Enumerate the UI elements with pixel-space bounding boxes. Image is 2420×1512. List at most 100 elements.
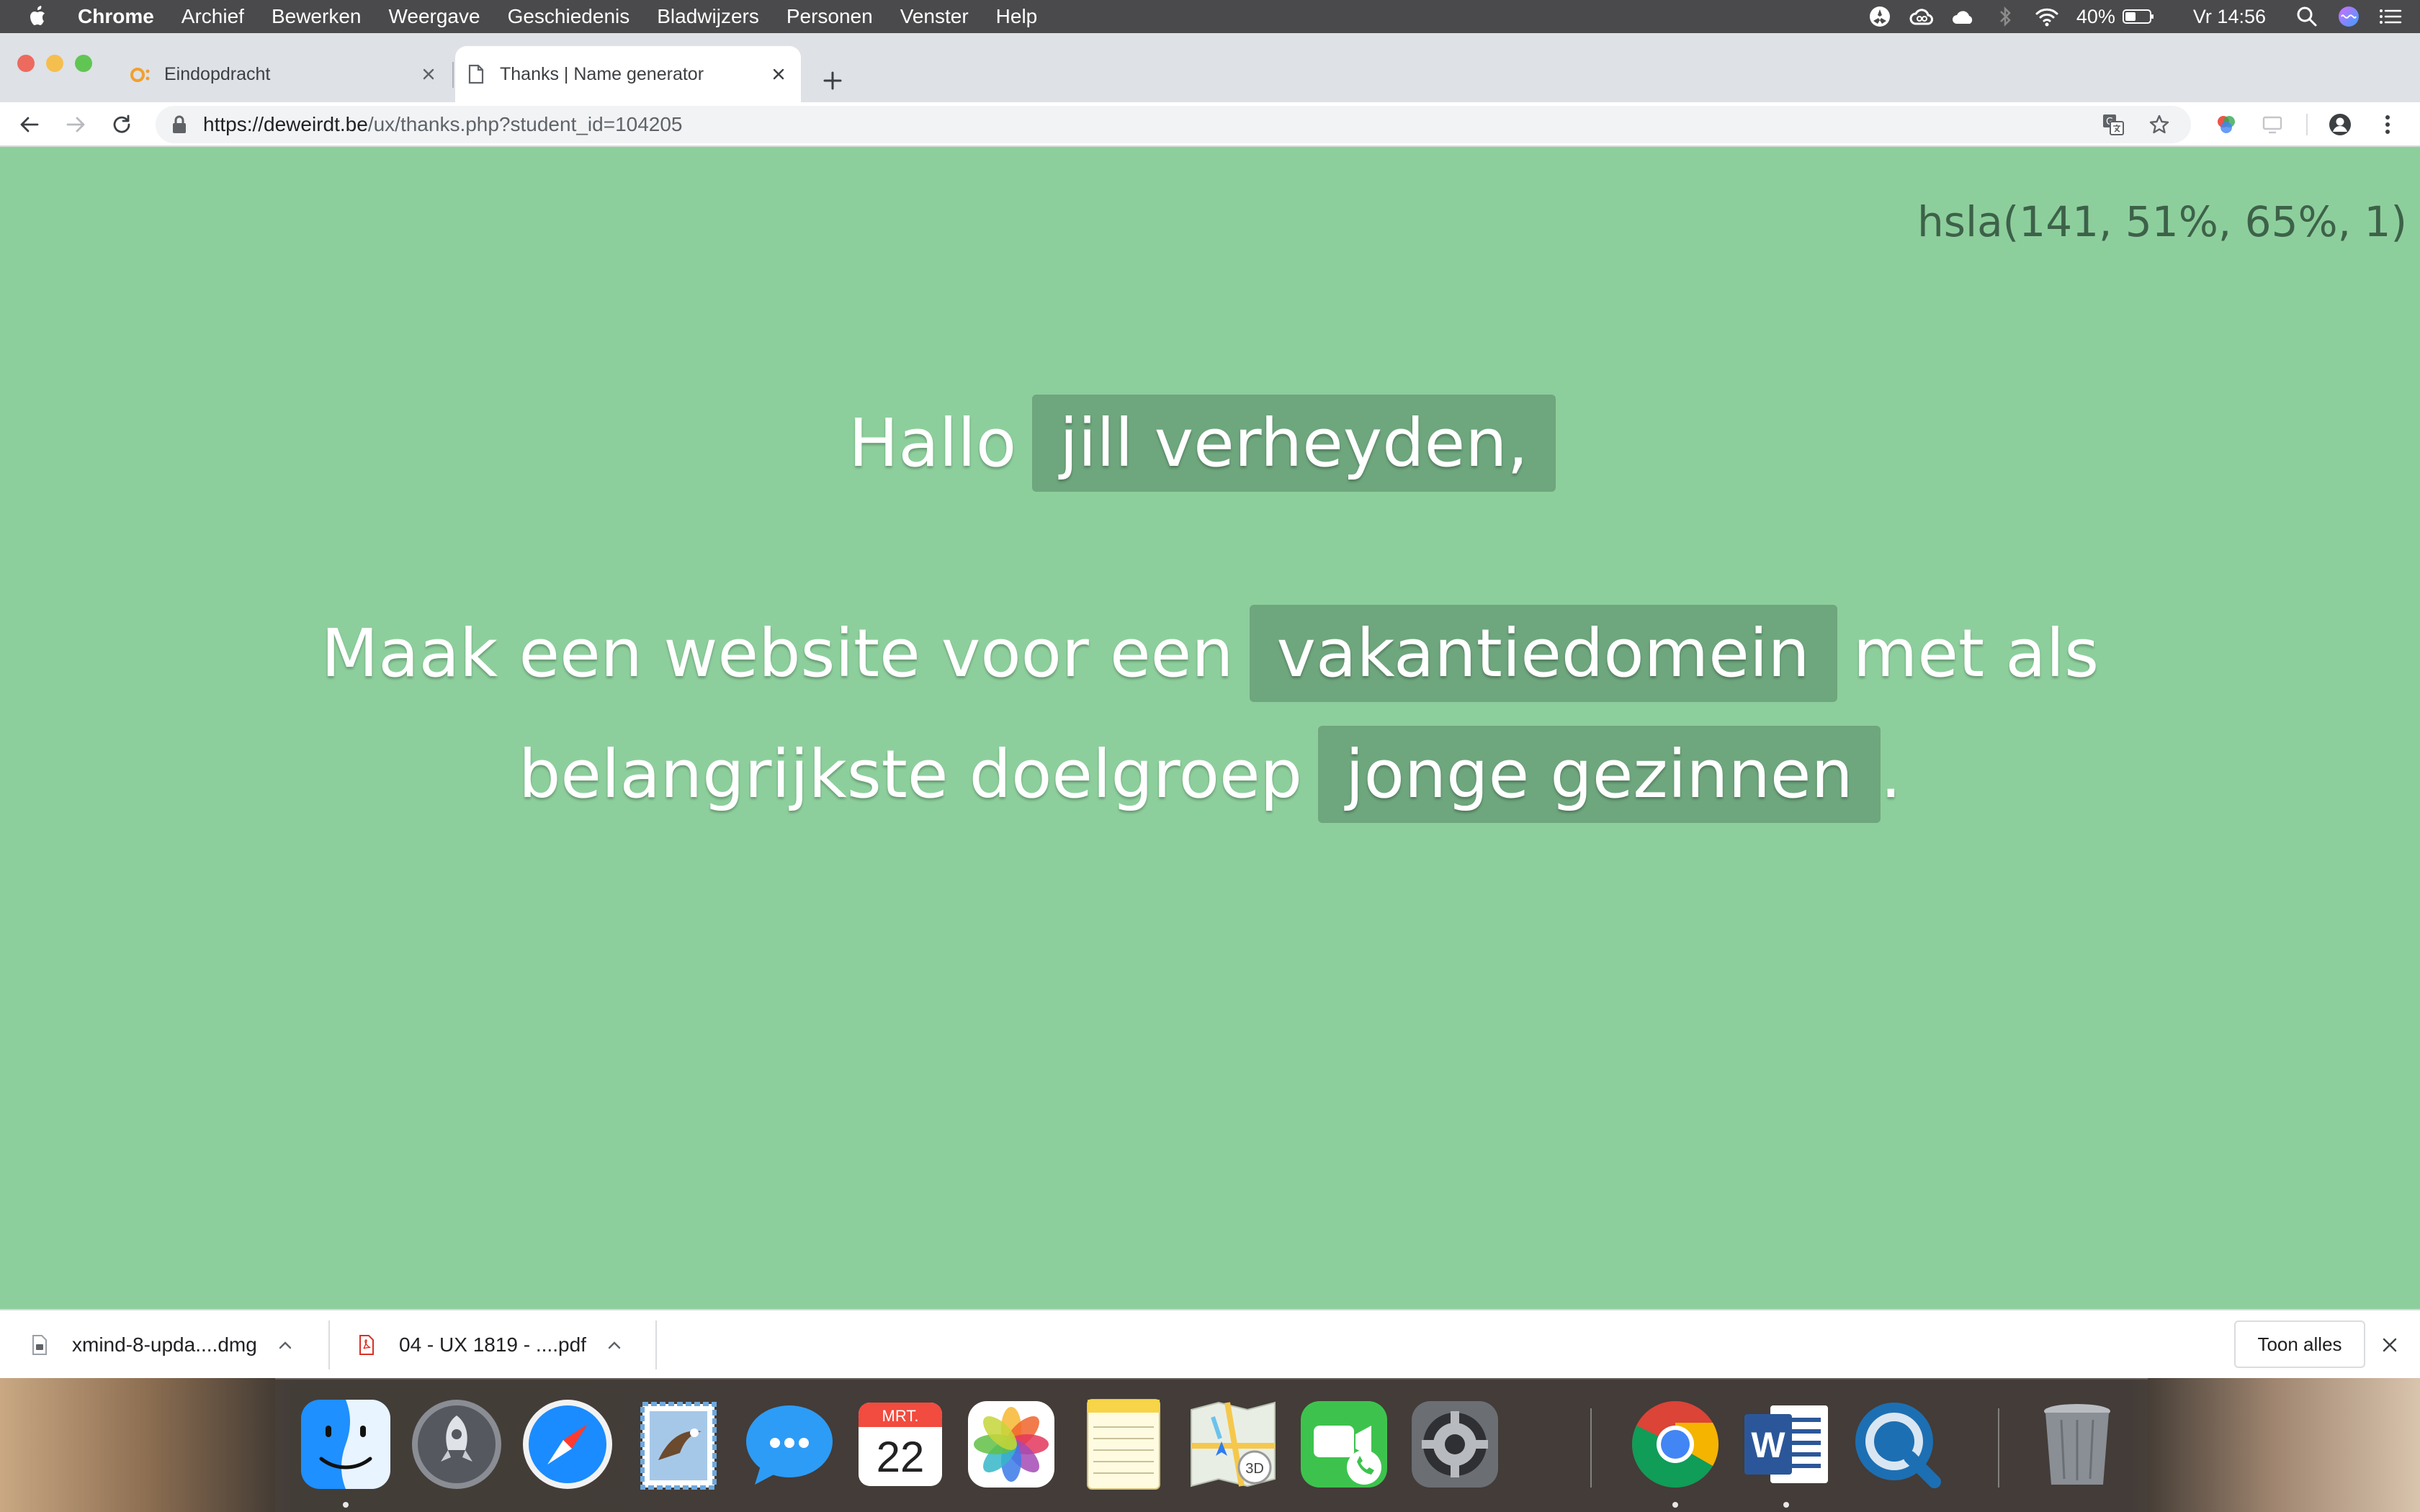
menu-weergave[interactable]: Weergave — [388, 5, 480, 28]
eindopdracht-favicon-icon — [130, 63, 151, 85]
url-text[interactable]: https://deweirdt.be/ux/thanks.php?studen… — [203, 113, 683, 136]
siri-icon[interactable] — [2336, 4, 2361, 29]
tab-eindopdracht[interactable]: Eindopdracht — [120, 46, 451, 102]
assignment-text-end: . — [1880, 735, 1902, 813]
more-menu-icon[interactable] — [2372, 109, 2403, 140]
maps-icon[interactable]: 3D — [1184, 1395, 1282, 1493]
maximize-window-button[interactable] — [75, 55, 92, 72]
calendar-icon[interactable]: MRT. 22 — [851, 1395, 949, 1493]
safari-icon[interactable] — [519, 1395, 617, 1493]
messages-icon[interactable] — [740, 1395, 838, 1493]
spotlight-search-icon[interactable] — [2295, 4, 2319, 29]
calendar-month: MRT. — [882, 1407, 919, 1425]
download-item-dmg[interactable]: xmind-8-upda....dmg — [29, 1319, 296, 1371]
menu-personen[interactable]: Personen — [786, 5, 873, 28]
download-item-pdf[interactable]: 04 - UX 1819 - ....pdf — [356, 1319, 625, 1371]
cast-icon[interactable] — [2257, 109, 2287, 140]
color-extension-icon[interactable] — [2211, 109, 2241, 140]
svg-text:W: W — [1751, 1425, 1785, 1465]
close-window-button[interactable] — [17, 55, 35, 72]
svg-text:3D: 3D — [1245, 1461, 1264, 1477]
word-icon[interactable]: W — [1737, 1395, 1835, 1493]
menu-help[interactable]: Help — [996, 5, 1038, 28]
close-tab-icon[interactable] — [416, 62, 441, 86]
tab-title: Thanks | Name generator — [500, 63, 704, 84]
student-name-highlight: jill verheyden, — [1032, 394, 1556, 492]
photos-icon[interactable] — [962, 1395, 1060, 1493]
cloud-icon[interactable] — [1951, 4, 1976, 29]
trash-icon[interactable] — [2028, 1395, 2126, 1493]
system-preferences-icon[interactable] — [1406, 1395, 1504, 1493]
chevron-up-icon[interactable] — [604, 1334, 625, 1356]
dock: MRT. 22 3D W — [275, 1378, 2148, 1512]
greeting-text: Hallo — [848, 404, 1017, 482]
translate-icon[interactable]: G — [2099, 110, 2128, 139]
page-content: hsla(141, 51%, 65%, 1) Hallo jill verhey… — [0, 147, 2420, 1309]
reload-icon[interactable] — [107, 109, 137, 140]
show-all-downloads-button[interactable]: Toon alles — [2234, 1320, 2365, 1368]
finder-icon[interactable] — [297, 1395, 395, 1493]
url-path: /ux/thanks.php?student_id=104205 — [367, 113, 683, 135]
facetime-icon[interactable] — [1295, 1395, 1393, 1493]
assignment-text-mid: met als — [1852, 614, 2099, 692]
download-filename: 04 - UX 1819 - ....pdf — [399, 1333, 586, 1356]
download-separator — [328, 1320, 330, 1369]
battery-percentage: 40% — [2076, 5, 2115, 27]
running-indicator — [1783, 1502, 1789, 1508]
pdf-file-icon — [356, 1333, 377, 1357]
profile-avatar-icon[interactable] — [2325, 109, 2355, 140]
menu-geschiedenis[interactable]: Geschiedenis — [508, 5, 630, 28]
download-separator — [655, 1320, 657, 1369]
close-tab-icon[interactable] — [766, 62, 791, 86]
dock-separator — [1998, 1408, 1999, 1488]
tab-strip: Eindopdracht Thanks | Name generator — [0, 33, 2420, 102]
forward-arrow-icon[interactable] — [60, 109, 91, 140]
address-bar[interactable]: https://deweirdt.be/ux/thanks.php?studen… — [156, 106, 2191, 143]
close-downloads-icon[interactable] — [2377, 1332, 2403, 1358]
minimize-window-button[interactable] — [46, 55, 63, 72]
status-app-icon[interactable] — [1868, 4, 1892, 29]
clock[interactable]: Vr 14:56 — [2193, 6, 2266, 28]
color-value-readout: hsla(141, 51%, 65%, 1) — [1917, 197, 2407, 246]
menu-venster[interactable]: Venster — [900, 5, 969, 28]
calendar-day: 22 — [877, 1433, 925, 1481]
quicktime-icon[interactable] — [1848, 1395, 1946, 1493]
bookmark-star-icon[interactable] — [2145, 110, 2174, 139]
menu-bewerken[interactable]: Bewerken — [272, 5, 362, 28]
new-tab-icon[interactable] — [818, 66, 847, 95]
notes-icon[interactable] — [1073, 1395, 1171, 1493]
dock-separator — [1590, 1408, 1592, 1488]
tab-thanks-name-generator[interactable]: Thanks | Name generator — [455, 46, 801, 102]
page-favicon-icon — [465, 63, 487, 85]
menu-archief[interactable]: Archief — [182, 5, 244, 28]
menu-bladwijzers[interactable]: Bladwijzers — [657, 5, 759, 28]
assignment-line-1: Maak een website voor een vakantiedomein… — [0, 599, 2420, 707]
running-indicator — [1672, 1502, 1678, 1508]
chrome-icon[interactable] — [1626, 1395, 1724, 1493]
assignment-text-start: Maak een website voor een — [321, 614, 1234, 692]
dmg-file-icon — [29, 1333, 50, 1357]
apple-menu-icon[interactable] — [26, 4, 50, 29]
tab-divider — [452, 62, 454, 88]
back-arrow-icon[interactable] — [14, 109, 45, 140]
downloads-bar: xmind-8-upda....dmg 04 - UX 1819 - ....p… — [0, 1309, 2420, 1378]
toolbar-divider — [2306, 114, 2308, 135]
lock-icon[interactable] — [169, 114, 190, 135]
chevron-up-icon[interactable] — [274, 1334, 296, 1356]
subject-highlight: vakantiedomein — [1249, 604, 1837, 702]
download-filename: xmind-8-upda....dmg — [72, 1333, 257, 1356]
macos-menu-bar: Chrome Archief Bewerken Weergave Geschie… — [0, 0, 2420, 33]
greeting-line: Hallo jill verheyden, — [0, 389, 2420, 497]
audience-highlight: jonge gezinnen — [1318, 725, 1881, 823]
notification-center-icon[interactable] — [2378, 4, 2403, 29]
mail-icon[interactable] — [629, 1395, 727, 1493]
url-host: https://deweirdt.be — [203, 113, 368, 135]
menu-app-name[interactable]: Chrome — [78, 5, 154, 28]
tab-title: Eindopdracht — [164, 63, 271, 84]
bluetooth-icon[interactable] — [1993, 4, 2017, 29]
battery-icon[interactable] — [2121, 4, 2156, 29]
running-indicator — [343, 1502, 349, 1508]
launchpad-icon[interactable] — [408, 1395, 506, 1493]
wifi-icon[interactable] — [2035, 4, 2059, 29]
creative-cloud-icon[interactable] — [1909, 4, 1934, 29]
